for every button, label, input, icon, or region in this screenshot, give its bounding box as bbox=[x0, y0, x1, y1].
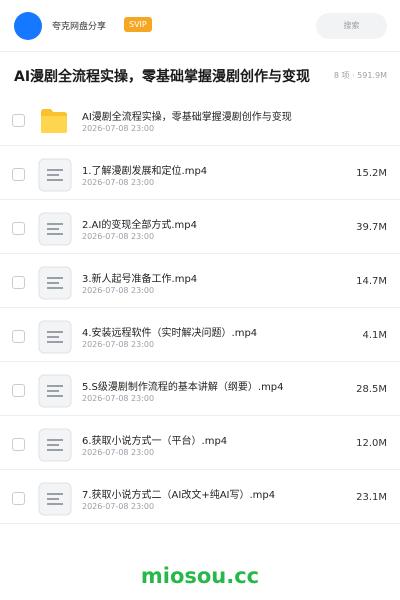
list-item[interactable]: 2.AI的变现全部方式.mp4 2026-07-08 23:00 39.7M bbox=[0, 200, 400, 254]
svip-badge: SVIP bbox=[124, 17, 152, 32]
list-item[interactable]: 6.获取小说方式一（平台）.mp4 2026-07-08 23:00 12.0M bbox=[0, 416, 400, 470]
list-item[interactable]: 1.了解漫剧发展和定位.mp4 2026-07-08 23:00 15.2M bbox=[0, 146, 400, 200]
row-checkbox[interactable] bbox=[12, 384, 25, 397]
row-checkbox[interactable] bbox=[12, 114, 25, 127]
row-checkbox[interactable] bbox=[12, 492, 25, 505]
file-date: 2026-07-08 23:00 bbox=[82, 448, 155, 457]
avatar[interactable] bbox=[14, 12, 42, 40]
item-summary: 8 项 · 591.9M bbox=[333, 71, 387, 80]
list-item[interactable]: 5.S级漫剧制作流程的基本讲解（纲要）.mp4 2026-07-08 23:00… bbox=[0, 362, 400, 416]
row-checkbox[interactable] bbox=[12, 222, 25, 235]
file-date: 2026-07-08 23:00 bbox=[82, 340, 155, 349]
list-item[interactable]: 7.获取小说方式二（AI改文+纯AI写）.mp4 2026-07-08 23:0… bbox=[0, 470, 400, 524]
file-size: 14.7M bbox=[356, 276, 387, 287]
file-name: 7.获取小说方式二（AI改文+纯AI写）.mp4 bbox=[82, 490, 276, 501]
top-bar: 夸克网盘分享 SVIP 搜索 bbox=[0, 0, 400, 52]
video-file-icon bbox=[38, 212, 72, 246]
list-item[interactable]: 4.安装远程软件（实时解决问题）.mp4 2026-07-08 23:00 4.… bbox=[0, 308, 400, 362]
video-file-icon bbox=[38, 374, 72, 408]
row-checkbox[interactable] bbox=[12, 330, 25, 343]
list-item[interactable]: 3.新人起号准备工作.mp4 2026-07-08 23:00 14.7M bbox=[0, 254, 400, 308]
share-title: AI漫剧全流程实操，零基础掌握漫剧创作与变现 bbox=[14, 69, 311, 85]
file-size: 15.2M bbox=[356, 168, 387, 179]
file-name: AI漫剧全流程实操，零基础掌握漫剧创作与变现 bbox=[82, 112, 292, 123]
file-date: 2026-07-08 23:00 bbox=[82, 124, 155, 133]
file-date: 2026-07-08 23:00 bbox=[82, 232, 155, 241]
file-size: 12.0M bbox=[356, 438, 387, 449]
file-name: 5.S级漫剧制作流程的基本讲解（纲要）.mp4 bbox=[82, 382, 284, 393]
video-file-icon bbox=[38, 428, 72, 462]
list-item-folder[interactable]: AI漫剧全流程实操，零基础掌握漫剧创作与变现 2026-07-08 23:00 bbox=[0, 92, 400, 146]
search-input[interactable]: 搜索 bbox=[316, 13, 387, 39]
file-name: 4.安装远程软件（实时解决问题）.mp4 bbox=[82, 328, 258, 339]
file-list: AI漫剧全流程实操，零基础掌握漫剧创作与变现 2026-07-08 23:00 … bbox=[0, 92, 400, 524]
file-date: 2026-07-08 23:00 bbox=[82, 394, 155, 403]
video-file-icon bbox=[38, 158, 72, 192]
video-file-icon bbox=[38, 482, 72, 516]
video-file-icon bbox=[38, 266, 72, 300]
username: 夸克网盘分享 bbox=[52, 22, 107, 32]
file-size: 39.7M bbox=[356, 222, 387, 233]
file-size: 23.1M bbox=[356, 492, 387, 503]
file-date: 2026-07-08 23:00 bbox=[82, 502, 155, 511]
file-name: 6.获取小说方式一（平台）.mp4 bbox=[82, 436, 228, 447]
file-name: 3.新人起号准备工作.mp4 bbox=[82, 274, 198, 285]
row-checkbox[interactable] bbox=[12, 438, 25, 451]
file-size: 4.1M bbox=[362, 330, 387, 341]
file-date: 2026-07-08 23:00 bbox=[82, 178, 155, 187]
file-name: 2.AI的变现全部方式.mp4 bbox=[82, 220, 197, 231]
folder-icon bbox=[41, 109, 67, 133]
file-date: 2026-07-08 23:00 bbox=[82, 286, 155, 295]
row-checkbox[interactable] bbox=[12, 276, 25, 289]
row-checkbox[interactable] bbox=[12, 168, 25, 181]
file-size: 28.5M bbox=[356, 384, 387, 395]
watermark: miosou.cc bbox=[140, 564, 260, 588]
video-file-icon bbox=[38, 320, 72, 354]
file-name: 1.了解漫剧发展和定位.mp4 bbox=[82, 166, 208, 177]
